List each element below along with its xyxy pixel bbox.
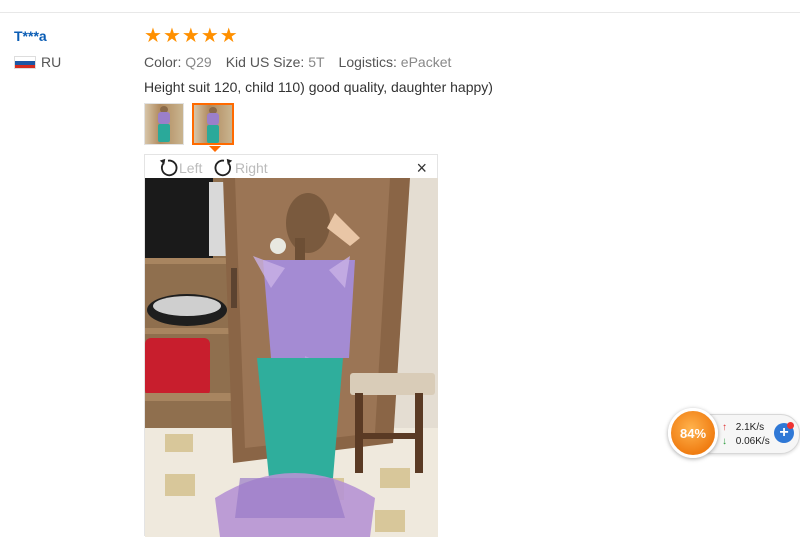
- viewer-toolbar: Left Right ×: [145, 155, 437, 178]
- thumbnail-1[interactable]: [144, 103, 184, 145]
- star-icon: ★: [162, 25, 181, 47]
- review-photo: [145, 178, 438, 537]
- reviewer-info: T***a RU: [14, 28, 61, 70]
- star-icon: ★: [181, 25, 200, 47]
- review-thumbnails: [144, 103, 234, 145]
- transfer-rates: ↑ 2.1K/s ↓ 0.06K/s: [722, 421, 770, 449]
- reviewer-country: RU: [14, 54, 61, 70]
- upload-rate-value: 2.1K/s: [735, 422, 765, 433]
- order-attributes: Color: Q29 Kid US Size: 5T Logistics: eP…: [144, 54, 784, 70]
- top-divider: [0, 12, 800, 13]
- review-photo-image: [145, 178, 438, 537]
- russia-flag-icon: [14, 55, 36, 69]
- color-attribute: Color: Q29: [144, 54, 212, 70]
- download-rate: ↓ 0.06K/s: [722, 435, 770, 449]
- size-attribute: Kid US Size: 5T: [225, 54, 325, 70]
- star-rating: ★ ★ ★ ★ ★: [144, 26, 784, 46]
- download-rate-value: 0.06K/s: [735, 436, 770, 447]
- review-body: ★ ★ ★ ★ ★ Color: Q29 Kid US Size: 5T Log…: [144, 26, 784, 95]
- star-icon: ★: [219, 25, 238, 47]
- rotate-right-button[interactable]: Right: [213, 157, 268, 179]
- notification-dot-icon: [787, 422, 794, 429]
- rotate-left-button[interactable]: Left: [157, 157, 202, 179]
- image-viewer: Left Right ×: [144, 154, 438, 537]
- star-icon: ★: [200, 25, 219, 47]
- arrow-up-icon: ↑: [722, 422, 727, 433]
- selected-thumb-caret-icon: [209, 146, 221, 152]
- reviewer-name[interactable]: T***a: [14, 28, 61, 44]
- arrow-down-icon: ↓: [722, 436, 727, 447]
- rotate-left-label: Left: [179, 160, 203, 176]
- network-speed-widget[interactable]: 84% ↑ 2.1K/s ↓ 0.06K/s +: [668, 408, 800, 458]
- review-text: Height suit 120, child 110) good quality…: [144, 79, 493, 95]
- star-icon: ★: [144, 25, 162, 47]
- upload-rate: ↑ 2.1K/s: [722, 421, 770, 435]
- country-code: RU: [41, 54, 62, 70]
- cpu-gauge[interactable]: 84%: [668, 408, 718, 458]
- rotate-right-icon: [214, 158, 233, 177]
- close-viewer-button[interactable]: ×: [416, 158, 427, 179]
- rotate-left-icon: [159, 158, 178, 177]
- rotate-right-label: Right: [235, 160, 268, 176]
- thumbnail-2-selected[interactable]: [192, 103, 234, 145]
- logistics-attribute: Logistics: ePacket: [338, 54, 452, 70]
